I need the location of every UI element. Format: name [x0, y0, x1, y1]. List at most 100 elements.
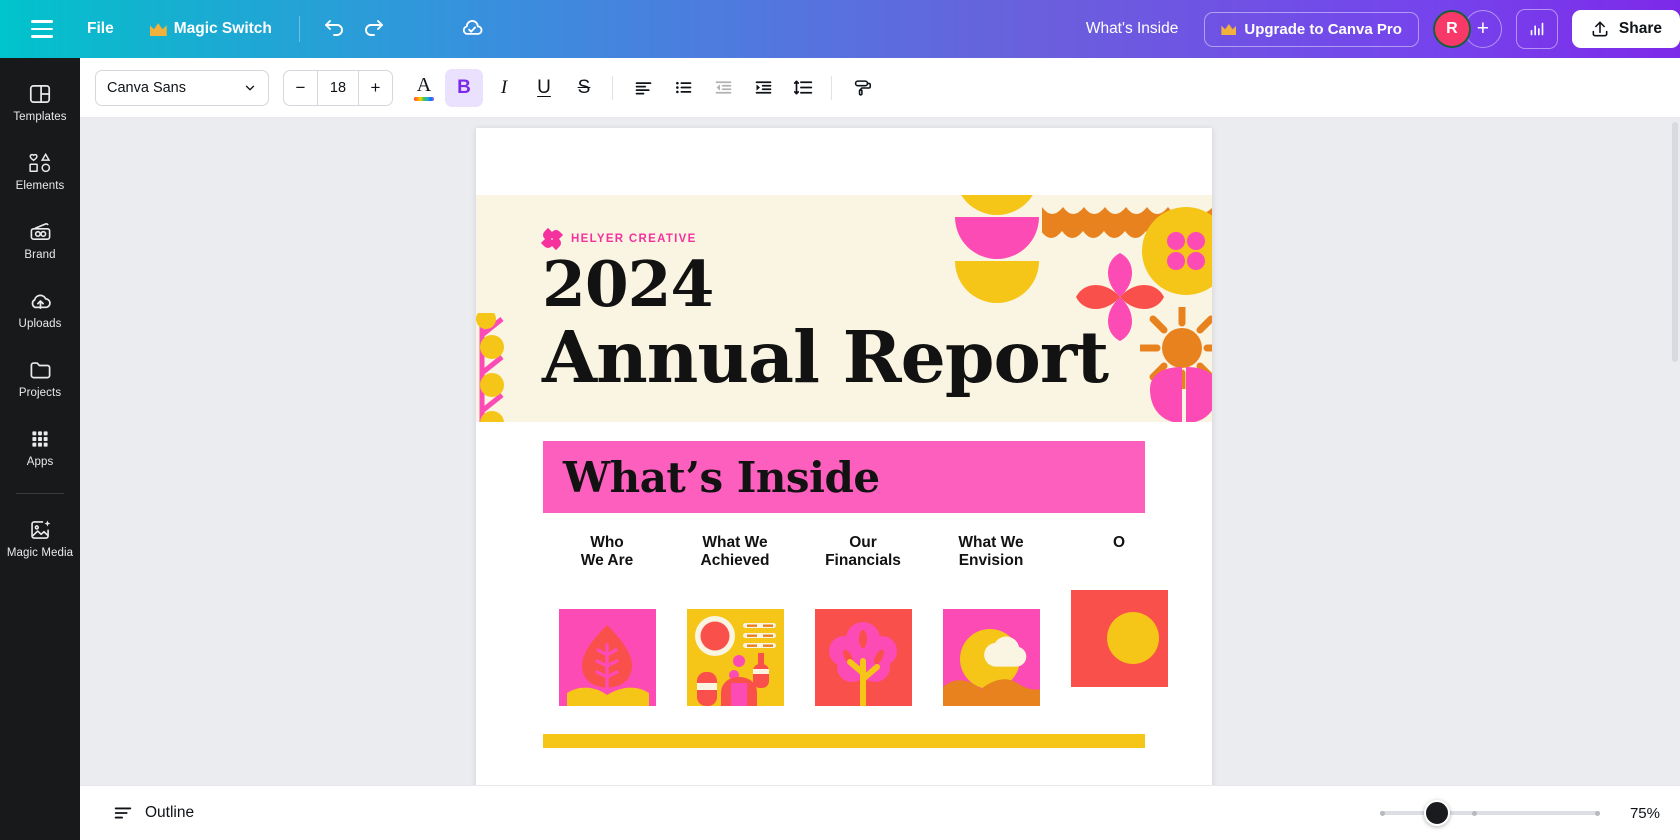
- zoom-percent: 75%: [1629, 804, 1660, 822]
- bullet-list-icon[interactable]: [664, 69, 702, 107]
- achievement-collage-thumb[interactable]: [686, 608, 784, 706]
- sidebar-divider: [16, 493, 64, 494]
- section-item-our-financials[interactable]: Our Financials: [799, 534, 927, 706]
- magic-switch-label: Magic Switch: [173, 20, 272, 37]
- line-spacing-icon[interactable]: [784, 69, 822, 107]
- section-label: Our Financials: [825, 534, 901, 570]
- sun-cloud-thumb[interactable]: [942, 608, 1040, 706]
- underline-button[interactable]: U: [525, 69, 563, 107]
- bar-chart-icon[interactable]: [1515, 9, 1558, 49]
- clipped-thumb[interactable]: [1070, 590, 1168, 688]
- canva-editor: File Magic Switch What's Inside Upgrade …: [0, 0, 1680, 840]
- toolbar-divider: [298, 16, 300, 42]
- top-bar-right: What's Inside Upgrade to Canva Pro R + S…: [1072, 0, 1680, 58]
- sidebar-item-uploads[interactable]: Uploads: [4, 279, 76, 337]
- elements-icon: [29, 152, 51, 173]
- outline-button[interactable]: Outline: [100, 794, 206, 832]
- banner-title: What’s Inside: [563, 452, 880, 502]
- magic-switch-button[interactable]: Magic Switch: [137, 13, 285, 45]
- templates-icon: [29, 85, 51, 103]
- font-size-decrease-button[interactable]: −: [284, 71, 317, 105]
- zoom-knob[interactable]: [1424, 800, 1450, 826]
- zoom-controls: 75%: [1380, 800, 1660, 826]
- section-item-clipped[interactable]: O: [1055, 534, 1183, 706]
- crown-icon: [149, 23, 167, 36]
- strikethrough-button[interactable]: S: [565, 69, 603, 107]
- apps-grid-icon: [32, 431, 48, 447]
- stem-decoration: [476, 313, 504, 422]
- font-size-stepper: − 18 +: [283, 69, 393, 106]
- share-label: Share: [1618, 20, 1662, 37]
- outline-lines-icon: [114, 807, 132, 819]
- section-item-what-we-achieved[interactable]: What We Achieved: [671, 534, 799, 706]
- file-menu-button[interactable]: File: [74, 13, 127, 45]
- yellow-divider-bar[interactable]: [543, 734, 1145, 748]
- section-item-what-we-envision[interactable]: What We Envision: [927, 534, 1055, 706]
- color-swatch: [414, 96, 434, 101]
- section-label: O: [1112, 534, 1126, 551]
- yellow-circle-flower: [1142, 207, 1212, 295]
- crown-icon: [1221, 23, 1237, 35]
- canvas-scrollbar[interactable]: [1672, 122, 1678, 362]
- sidebar-item-templates[interactable]: Templates: [4, 72, 76, 130]
- brand-name: HELYER CREATIVE: [571, 233, 697, 245]
- italic-label: I: [500, 77, 508, 98]
- outdent-icon[interactable]: [704, 69, 742, 107]
- tree-thumb[interactable]: [814, 608, 912, 706]
- avatar[interactable]: R: [1432, 10, 1471, 48]
- font-family-select[interactable]: Canva Sans: [95, 69, 269, 106]
- left-sidebar: Templates Elements Brand Uploads Project…: [0, 58, 80, 840]
- sidebar-item-apps[interactable]: Apps: [4, 417, 76, 475]
- share-upload-icon: [1592, 21, 1608, 37]
- indent-icon[interactable]: [744, 69, 782, 107]
- font-size-input[interactable]: 18: [317, 70, 359, 105]
- underline-label: U: [537, 77, 551, 98]
- upgrade-label: Upgrade to Canva Pro: [1244, 20, 1402, 38]
- undo-icon[interactable]: [314, 9, 354, 49]
- outline-label: Outline: [145, 804, 195, 821]
- bold-button[interactable]: B: [445, 68, 483, 107]
- brand-icon: [30, 223, 50, 240]
- sections-row: Who We Are What We Achieved Our Financia…: [543, 534, 1183, 706]
- half-circle-pink: [955, 217, 1039, 259]
- section-label: What We Envision: [958, 534, 1024, 570]
- text-color-icon[interactable]: A: [405, 69, 443, 107]
- whats-inside-banner[interactable]: What’s Inside: [543, 441, 1145, 513]
- design-page[interactable]: HELYER CREATIVE 2024 Annual Report What’…: [476, 128, 1212, 785]
- sidebar-item-brand[interactable]: Brand: [4, 210, 76, 268]
- collaborators: R +: [1432, 10, 1502, 48]
- sidebar-item-label: Brand: [24, 249, 56, 261]
- sidebar-item-label: Templates: [13, 111, 67, 123]
- sidebar-item-label: Uploads: [18, 318, 62, 330]
- zoom-slider[interactable]: [1380, 800, 1600, 826]
- half-circle-yellow-bottom: [955, 261, 1039, 303]
- chevron-down-icon: [245, 85, 255, 90]
- cloud-saved-icon[interactable]: [452, 9, 492, 49]
- paint-roller-icon[interactable]: [843, 69, 881, 107]
- canvas-area[interactable]: HELYER CREATIVE 2024 Annual Report What’…: [80, 118, 1680, 785]
- report-header-band: HELYER CREATIVE 2024 Annual Report: [476, 195, 1212, 422]
- zoom-track: [1380, 811, 1600, 815]
- clover-flower-icon: [540, 227, 564, 251]
- redo-icon[interactable]: [354, 9, 394, 49]
- sidebar-item-elements[interactable]: Elements: [4, 141, 76, 199]
- report-year[interactable]: 2024: [542, 253, 714, 316]
- section-item-who-we-are[interactable]: Who We Are: [543, 534, 671, 706]
- magic-media-icon: [30, 520, 50, 539]
- align-left-icon[interactable]: [624, 69, 662, 107]
- italic-button[interactable]: I: [485, 69, 523, 107]
- sidebar-item-magic-media[interactable]: Magic Media: [4, 508, 76, 566]
- section-label: Who We Are: [580, 534, 634, 570]
- hamburger-icon[interactable]: [20, 7, 64, 51]
- report-title[interactable]: Annual Report: [542, 322, 1109, 393]
- leaf-in-hand-thumb[interactable]: [558, 608, 656, 706]
- bold-label: B: [457, 77, 471, 98]
- document-title[interactable]: What's Inside: [1072, 13, 1193, 45]
- upgrade-to-canva-pro-button[interactable]: Upgrade to Canva Pro: [1204, 11, 1419, 47]
- strikethrough-label: S: [577, 77, 591, 98]
- projects-folder-icon: [30, 362, 50, 379]
- font-size-increase-button[interactable]: +: [359, 71, 392, 105]
- half-circle-yellow-top: [955, 195, 1039, 215]
- share-button[interactable]: Share: [1571, 10, 1680, 48]
- sidebar-item-projects[interactable]: Projects: [4, 348, 76, 406]
